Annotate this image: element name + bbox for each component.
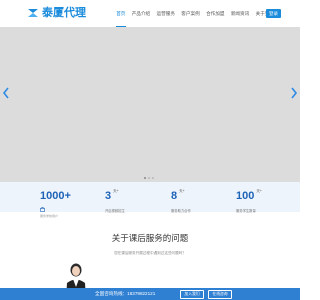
nav-item-home[interactable]: 首页 xyxy=(113,0,129,27)
stat-value: 8 xyxy=(171,190,178,202)
stat-value: 100 xyxy=(236,190,255,202)
nav-item-products[interactable]: 产品介绍 xyxy=(129,0,154,27)
stat-unit: 天+ xyxy=(256,189,262,193)
nav-item-operations[interactable]: 运营服务 xyxy=(153,0,178,27)
arrow-left-icon[interactable] xyxy=(1,87,11,99)
site-header: 泰厦代理 首页 产品介绍 运营服务 客户案例 合作加盟 新闻资讯 关于我们 登录 xyxy=(0,0,300,28)
stat-unit: 天+ xyxy=(179,189,185,193)
stat-sub: 服务学校用户 xyxy=(40,214,59,218)
logo-icon xyxy=(28,9,38,17)
stat-label: 服务助力合作 xyxy=(171,209,191,213)
stat-item: 8 天+ 服务助力合作 xyxy=(171,186,191,213)
hotline-phone[interactable]: 18379822121 xyxy=(127,291,155,296)
nav-item-cases[interactable]: 客户案例 xyxy=(178,0,203,27)
nav-item-partnership[interactable]: 合作加盟 xyxy=(203,0,228,27)
stat-value: 3 xyxy=(105,190,112,202)
stat-label: 开启视频招生 xyxy=(105,209,125,213)
stat-unit: 天+ xyxy=(113,189,119,193)
section-title: 关于课后服务的问题 xyxy=(111,233,189,243)
banner-carousel xyxy=(0,27,300,182)
nav-item-news[interactable]: 新闻资讯 xyxy=(228,0,253,27)
school-icon xyxy=(40,207,45,212)
carousel-dot[interactable] xyxy=(148,177,150,179)
stat-item: 100 天+ 服务学生数量 xyxy=(236,186,262,213)
login-button[interactable]: 登录 xyxy=(266,9,281,18)
carousel-dot[interactable] xyxy=(152,177,154,179)
online-consult-button[interactable]: 在线咨询 xyxy=(208,290,232,299)
contact-band: 全国咨询热线：18379822121 加入我们 在线咨询 xyxy=(0,288,300,300)
stat-value: 1000+ xyxy=(40,190,71,202)
logo[interactable]: 泰厦代理 xyxy=(27,6,86,20)
stat-item: 1000+ 服务学校用户 xyxy=(40,186,71,218)
stat-item: 3 天+ 开启视频招生 xyxy=(105,186,125,213)
carousel-dots xyxy=(144,177,154,179)
main-nav: 首页 产品介绍 运营服务 客户案例 合作加盟 新闻资讯 关于我们 xyxy=(113,0,277,27)
stat-label: 服务学生数量 xyxy=(236,209,256,213)
hotline: 全国咨询热线：18379822121 xyxy=(95,288,155,300)
arrow-right-icon[interactable] xyxy=(289,87,299,99)
section-description: 您在课后服务开展过程中遇到过这些问题吗？ xyxy=(114,251,186,255)
hotline-label: 全国咨询热线： xyxy=(95,291,128,296)
join-us-button[interactable]: 加入我们 xyxy=(180,290,204,299)
carousel-dot[interactable] xyxy=(144,177,146,179)
stats-strip: 1000+ 服务学校用户 3 天+ 开启视频招生 8 天+ 服务助力合作 100 天+… xyxy=(0,182,300,218)
logo-text: 泰厦代理 xyxy=(42,7,86,19)
